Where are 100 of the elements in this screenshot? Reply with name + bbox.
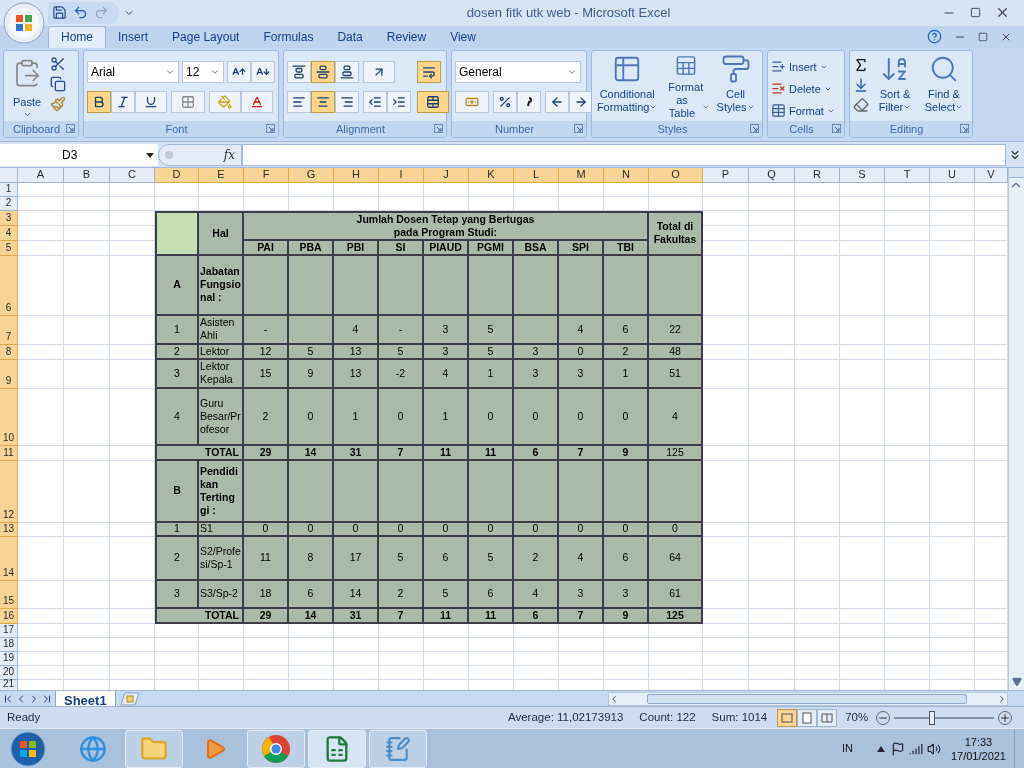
table-cell: 4 [514,580,559,609]
insert-function-button[interactable]: fx [223,146,235,165]
table-cell: 0 [289,388,334,446]
zoom-level[interactable]: 70% [845,708,869,727]
table-cell: Jumlah Dosen Tetap yang Bertugas pada Program Studi: [244,210,649,241]
table-cell: 6 [469,580,514,609]
cells-menu-button[interactable]: Insert [771,56,835,77]
table-cell: 6 [289,580,334,609]
table-cell: 2 [514,536,559,581]
table-cell: 51 [649,359,703,389]
table-cell: 5 [469,536,514,581]
group-label: Editing [888,121,925,137]
conditional-formatting-button[interactable]: Conditional Formatting [595,53,660,120]
table-cell: 1 [469,359,514,389]
table-cell: 6 [604,536,649,581]
table-cell: S3/Sp-2 [199,580,244,609]
group-label: Number [493,121,536,137]
table-cell: - [244,315,289,345]
table-cell: 0 [514,388,559,446]
clock[interactable]: 17:33 17/01/2021 [950,734,1006,763]
table-cell: 4 [559,315,604,345]
font-size-field[interactable]: 12 [182,60,224,83]
ribbon-tab[interactable]: Page Layout [160,25,252,48]
table-cell: 3 [559,359,604,389]
ribbon-tab[interactable]: Data [325,25,375,48]
cells-menu-button[interactable]: Format [771,100,835,121]
row-header[interactable]: 7 [0,315,18,345]
row-header[interactable]: 10 [0,388,18,446]
table-cell: 17 [334,536,379,581]
table-cell: 5 [469,315,514,345]
table-cell: 3 [155,580,199,609]
table-cell: Guru Besar/Profesor [199,388,244,446]
table-cell: 8 [289,536,334,581]
status-count: Count: 122 [639,709,696,725]
table-cell: 13 [334,359,379,389]
ribbon-tab[interactable]: View [438,25,488,48]
group-label: Clipboard [11,121,62,137]
table-cell: A [155,255,199,316]
group-label: Styles [656,121,689,137]
table-formatting-button[interactable]: Format as Table [662,53,710,120]
cells-menu-button[interactable]: Delete [771,78,835,99]
table-cell: Pendidikan Tertinggi : [199,460,244,523]
table-cell: 6 [424,536,469,581]
table-cell: 4 [334,315,379,345]
sheet-tab[interactable]: Sheet1 [55,690,116,707]
table-cell: 6 [604,315,649,345]
row-header[interactable]: 12 [0,460,18,523]
table-cell: 3 [559,580,604,609]
table-cell: 9 [289,359,334,389]
table-cell: 15 [244,359,289,389]
name-box[interactable]: D3 [0,144,158,167]
row-header[interactable]: 9 [0,359,18,389]
table-cell: - [379,315,424,345]
table-cell: 3 [424,315,469,345]
font-name-field[interactable]: Arial [87,60,179,83]
status-mode: Ready [6,709,42,725]
table-cell: 1 [334,388,379,446]
table-cell: 5 [424,580,469,609]
ribbon-tab[interactable]: Formulas [251,25,326,48]
table-cell: 3 [514,359,559,389]
cell-formatting-button[interactable]: Cell Styles [712,53,759,120]
table-cell: 0 [604,388,649,446]
language-indicator[interactable]: IN [841,740,853,757]
table-cell: 1 [155,315,199,345]
status-sum: Sum: 1014 [711,709,768,725]
table-cell: 14 [334,580,379,609]
table-cell: 61 [649,580,703,609]
window-title: dosen fitk utk web - Microsoft Excel [465,4,672,23]
table-cell: Hal [199,210,244,256]
table-cell: 0 [379,388,424,446]
table-cell: 0 [469,388,514,446]
table-cell: Lektor Kepala [199,359,244,389]
table-cell: 5 [379,536,424,581]
table-cell: 1 [424,388,469,446]
table-cell: 0 [559,388,604,446]
ribbon-tab[interactable]: Insert [106,25,161,48]
number-format-field[interactable]: General [455,60,581,83]
table-cell: 3 [604,580,649,609]
table-cell: 1 [604,359,649,389]
table-cell: 2 [244,388,289,446]
table-cell: 4 [649,388,703,446]
table-cell: B [155,460,199,523]
table-cell: 2 [379,580,424,609]
table-cell: Asisten Ahli [199,315,244,345]
table-cell: 3 [155,359,199,389]
table-cell: Total di Fakultas [649,210,703,256]
table-cell: 2 [155,536,199,581]
ribbon-tab[interactable]: Review [374,25,439,48]
table-cell: S2/Profesi/Sp-1 [199,536,244,581]
group-label: Cells [788,121,815,137]
table-cell: 4 [424,359,469,389]
row-header[interactable]: 15 [0,580,18,609]
paste-button[interactable]: Paste [7,53,47,121]
ribbon-tab[interactable]: Home [48,25,106,48]
row-header[interactable]: 14 [0,536,18,581]
find-button[interactable]: Find & Select [921,53,967,120]
sort-button[interactable]: Sort & Filter [872,53,918,120]
row-header[interactable]: 6 [0,255,18,316]
status-average: Average: 11,02173913 [508,709,624,725]
table-cell: 18 [244,580,289,609]
